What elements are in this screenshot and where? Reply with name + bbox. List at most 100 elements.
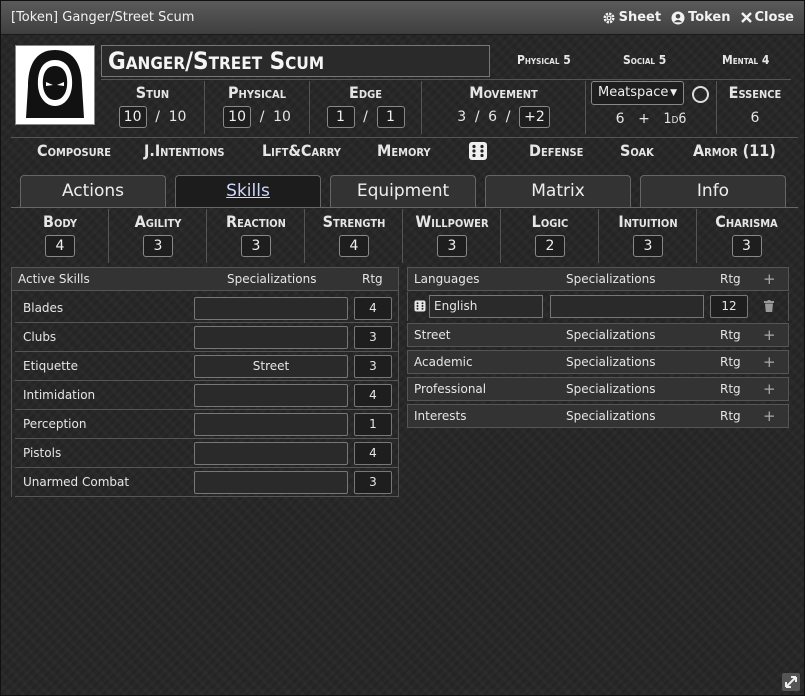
social-limit: Social 5 — [623, 53, 667, 67]
language-row: English 12 — [407, 292, 789, 321]
essence-value: 6 — [750, 110, 760, 126]
tab-skills[interactable]: Skills — [175, 175, 321, 207]
skill-specialization-input[interactable] — [194, 384, 348, 407]
add-academic-knowledge-button[interactable]: + — [763, 351, 776, 373]
judge-intentions-test[interactable]: J.Intentions — [144, 141, 225, 160]
attribute-value[interactable]: 3 — [143, 235, 173, 257]
skill-row: Clubs 3 — [15, 323, 398, 352]
lift-carry-test[interactable]: Lift&Carry — [262, 141, 341, 160]
skill-rating-input[interactable]: 3 — [354, 471, 392, 494]
skill-specialization-input[interactable]: Street — [194, 355, 348, 378]
plane-select[interactable]: Meatspace ▼ — [591, 81, 684, 105]
attribute-label: Strength — [322, 212, 386, 231]
skill-rating-input[interactable]: 4 — [354, 384, 392, 407]
add-interests-knowledge-button[interactable]: + — [763, 405, 776, 427]
tab-equipment[interactable]: Equipment — [330, 175, 476, 207]
roll-dice-button[interactable] — [468, 141, 488, 165]
language-name-input[interactable]: English — [429, 295, 543, 318]
tests-row: Composure J.Intentions Lift&Carry Memory… — [1, 141, 805, 165]
stun-label: Stun — [135, 83, 170, 102]
skill-rating-input[interactable]: 3 — [354, 326, 392, 349]
movement-walk: 3 — [457, 109, 467, 125]
token-button[interactable]: Token — [671, 10, 731, 25]
sheet-button[interactable]: Sheet — [602, 10, 661, 25]
tab-info[interactable]: Info — [640, 175, 786, 207]
specializations-header: Specializations — [566, 409, 656, 423]
close-button[interactable]: Close — [740, 10, 794, 25]
language-rating-input[interactable]: 12 — [710, 295, 748, 318]
stun-value-input[interactable]: 10 — [118, 106, 147, 128]
active-skills-header: Active Skills Specializations Rtg — [11, 267, 399, 291]
rating-header: Rtg — [362, 272, 383, 286]
specializations-header: Specializations — [566, 272, 656, 286]
attribute-value[interactable]: 3 — [437, 235, 467, 257]
skill-rating-input[interactable]: 4 — [354, 442, 392, 465]
edge-max-input[interactable]: 1 — [376, 106, 405, 128]
rating-header: Rtg — [720, 355, 741, 369]
movement-mod-input[interactable]: +2 — [519, 106, 550, 128]
skill-name[interactable]: Unarmed Combat — [23, 475, 129, 489]
memory-test[interactable]: Memory — [377, 141, 431, 160]
stun-monitor: Stun 10/10 — [101, 80, 204, 135]
skill-row: Blades 4 — [15, 294, 398, 323]
trash-icon[interactable] — [764, 300, 774, 312]
skill-specialization-input[interactable] — [194, 442, 348, 465]
stat-divider — [585, 81, 586, 134]
initiative-block: 6 + 1d6 — [591, 111, 711, 127]
attribute-value[interactable]: 2 — [535, 235, 565, 257]
physical-limit: Physical 5 — [517, 53, 571, 67]
attribute-value[interactable]: 3 — [241, 235, 271, 257]
window-titlebar[interactable]: [Token] Ganger/Street Scum Sheet Token C… — [1, 1, 804, 35]
professional-knowledge-header: Professional Specializations Rtg + — [407, 377, 789, 401]
defense-test[interactable]: Defense — [529, 141, 583, 160]
soak-test[interactable]: Soak — [620, 141, 654, 160]
skill-name[interactable]: Blades — [23, 301, 63, 315]
skill-name[interactable]: Intimidation — [23, 388, 95, 402]
attribute-value[interactable]: 4 — [339, 235, 369, 257]
attribute-value[interactable]: 3 — [731, 235, 762, 257]
physical-value-input[interactable]: 10 — [223, 106, 252, 128]
skill-specialization-input[interactable] — [194, 326, 348, 349]
resize-handle[interactable] — [782, 673, 800, 691]
user-circle-icon — [671, 11, 685, 24]
actor-name-field[interactable]: Ganger/Street Scum — [101, 45, 490, 77]
attribute-label: Reaction — [226, 212, 286, 231]
skill-name[interactable]: Pistols — [23, 446, 61, 460]
add-street-knowledge-button[interactable]: + — [763, 324, 776, 346]
chevron-down-icon: ▼ — [670, 88, 677, 98]
composure-test[interactable]: Composure — [37, 141, 111, 160]
knowledge-group-title: Interests — [414, 409, 467, 423]
dice-icon[interactable] — [414, 300, 426, 312]
interests-knowledge-header: Interests Specializations Rtg + — [407, 404, 789, 428]
skill-specialization-input[interactable] — [194, 413, 348, 436]
skill-name[interactable]: Etiquette — [23, 359, 78, 373]
attribute-value[interactable]: 4 — [45, 235, 75, 257]
skill-name[interactable]: Clubs — [23, 330, 56, 344]
active-skills-title: Active Skills — [18, 272, 90, 286]
attribute-label: Agility — [134, 212, 182, 231]
skill-name[interactable]: Perception — [23, 417, 86, 431]
initiative-radio[interactable] — [692, 86, 709, 103]
languages-header: Languages Specializations Rtg + — [407, 267, 789, 291]
actor-portrait[interactable] — [15, 45, 95, 125]
specializations-header: Specializations — [566, 382, 656, 396]
languages-title: Languages — [414, 272, 480, 286]
attribute-value[interactable]: 3 — [633, 235, 663, 257]
armor-test[interactable]: Armor (11) — [693, 141, 776, 160]
language-specialization-input[interactable] — [550, 295, 704, 318]
add-language-button[interactable]: + — [763, 268, 776, 290]
edge-value-input[interactable]: 1 — [326, 106, 355, 128]
tab-divider — [11, 207, 798, 208]
attribute-label: Intuition — [618, 212, 678, 231]
skill-rating-input[interactable]: 4 — [354, 297, 392, 320]
expand-icon — [785, 676, 797, 688]
tab-matrix[interactable]: Matrix — [485, 175, 631, 207]
skill-rating-input[interactable]: 1 — [354, 413, 392, 436]
add-professional-knowledge-button[interactable]: + — [763, 378, 776, 400]
skill-specialization-input[interactable] — [194, 297, 348, 320]
tab-actions[interactable]: Actions — [20, 175, 166, 207]
mental-limit: Mental 4 — [722, 53, 770, 67]
skill-specialization-input[interactable] — [194, 471, 348, 494]
initiative-dice: 1d6 — [663, 111, 687, 127]
skill-rating-input[interactable]: 3 — [354, 355, 392, 378]
